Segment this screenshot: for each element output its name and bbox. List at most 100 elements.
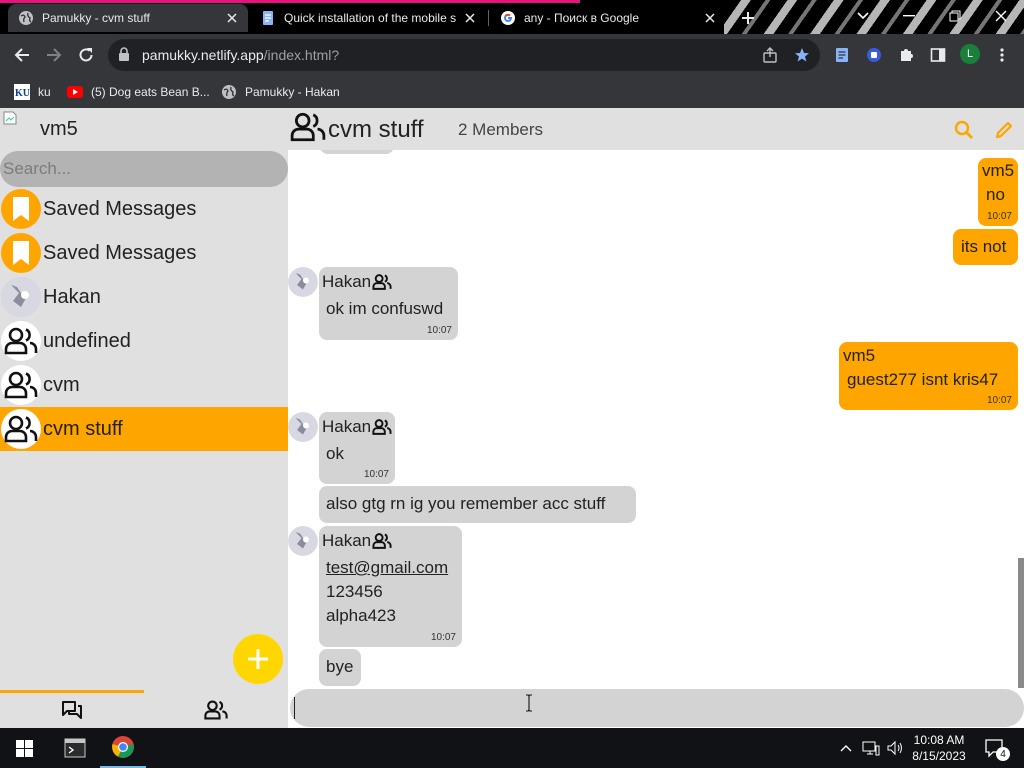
tab-separator	[488, 10, 489, 26]
user-avatar[interactable]	[288, 267, 318, 297]
new-tab-button[interactable]	[737, 7, 759, 29]
restore-icon[interactable]	[943, 5, 967, 27]
notification-count-badge: 4	[996, 747, 1010, 761]
volume-icon[interactable]	[884, 728, 906, 768]
bookmark-star-icon[interactable]	[792, 45, 812, 65]
tab-strip: Pamukky - cvm stuff Quick installation o…	[0, 0, 1024, 34]
group-icon	[1, 365, 41, 405]
tab-title: any - Поиск в Google	[524, 11, 640, 25]
message-bubble-incoming[interactable]: Hakan ok 10:07	[319, 412, 395, 484]
notifications-button[interactable]: 4	[980, 728, 1010, 768]
chevron-up-icon[interactable]	[836, 728, 856, 768]
bottom-nav	[0, 688, 288, 728]
email-link[interactable]: test@gmail.com	[322, 556, 459, 580]
bookmark-label: (5) Dog eats Bean B...	[91, 85, 210, 99]
message-bubble-incoming[interactable]: Hakan test@gmail.com 123456 alpha423 10:…	[319, 526, 462, 647]
shield-extension-icon[interactable]	[864, 45, 884, 65]
page-viewport: vm5 Saved Messages Saved Messages Hakan	[0, 108, 1024, 728]
start-button[interactable]	[0, 728, 48, 768]
message-text: ok im confuswd	[326, 299, 444, 318]
minimize-icon[interactable]	[897, 5, 921, 27]
browser-toolbar: pamukky.netlify.app/index.html? L	[0, 34, 1024, 76]
tab-contacts[interactable]	[144, 700, 288, 724]
message-bubble-outgoing[interactable]: its not	[953, 229, 1018, 265]
kebab-menu-icon[interactable]	[992, 45, 1012, 65]
chat-name: undefined	[43, 329, 131, 352]
group-icon	[204, 700, 228, 720]
message-input[interactable]	[290, 689, 1024, 727]
chat-sidebar: vm5 Saved Messages Saved Messages Hakan	[0, 108, 288, 728]
forward-arrow-icon[interactable]	[42, 43, 66, 67]
message-text: 123456	[326, 582, 383, 601]
active-tab-indicator	[0, 690, 144, 693]
tab-title: Pamukky - cvm stuff	[42, 11, 150, 25]
edit-pencil-icon[interactable]	[992, 118, 1016, 142]
network-icon[interactable]	[860, 728, 882, 768]
close-tab-icon[interactable]	[462, 10, 478, 26]
message-composer	[288, 688, 1024, 728]
chat-item-cvm-stuff[interactable]: cvm stuff	[0, 407, 288, 451]
chat-name: Hakan	[43, 285, 101, 308]
group-icon	[290, 111, 326, 143]
tab-quick-installation[interactable]: Quick installation of the mobile s	[250, 4, 486, 32]
close-window-icon[interactable]	[989, 5, 1013, 27]
chat-item-cvm[interactable]: cvm	[0, 363, 288, 407]
message-bubble-incoming[interactable]: also gtg rn ig you remember acc stuff	[319, 486, 636, 523]
puzzle-extensions-icon[interactable]	[896, 45, 916, 65]
globe-icon	[18, 10, 34, 26]
chat-item-saved-messages[interactable]: Saved Messages	[0, 231, 288, 275]
tab-google-search[interactable]: any - Поиск в Google	[490, 4, 726, 32]
message-bubble-incoming[interactable]: bye	[319, 649, 361, 686]
new-chat-button[interactable]	[233, 634, 283, 684]
message-text: bye	[326, 657, 354, 676]
chat-item-saved-messages[interactable]: Saved Messages	[0, 187, 288, 231]
tab-chats[interactable]	[0, 700, 144, 724]
share-icon[interactable]	[760, 45, 780, 65]
reload-icon[interactable]	[74, 43, 98, 67]
message-bubble-incoming[interactable]: Hakan ok im confuswd 10:07	[319, 267, 458, 340]
broken-image-icon	[2, 110, 18, 126]
search-icon[interactable]	[952, 118, 976, 142]
message-time: 10:07	[986, 211, 1012, 222]
user-avatar[interactable]	[288, 412, 318, 442]
svg-text:KU: KU	[15, 88, 30, 99]
message-bubble-partial	[320, 150, 394, 154]
message-time: 10:07	[426, 325, 452, 336]
current-username[interactable]: vm5	[40, 118, 78, 141]
user-avatar[interactable]	[288, 526, 318, 556]
address-bar[interactable]: pamukky.netlify.app/index.html?	[108, 39, 820, 71]
side-panel-icon[interactable]	[928, 45, 948, 65]
lock-icon[interactable]	[118, 47, 130, 61]
chat-name: cvm stuff	[43, 417, 123, 440]
message-scrollbar-thumb[interactable]	[1018, 558, 1024, 688]
close-tab-icon[interactable]	[224, 10, 240, 26]
bookmark-youtube[interactable]: (5) Dog eats Bean B...	[67, 82, 210, 102]
windows-logo-icon	[15, 739, 33, 757]
sender-name: Hakan	[322, 417, 372, 436]
chrome-icon	[112, 736, 134, 758]
system-clock[interactable]: 10:08 AM 8/15/2023	[906, 732, 972, 764]
url-text: pamukky.netlify.app/index.html?	[142, 47, 339, 63]
message-text: ok	[326, 444, 344, 463]
bookmark-ku[interactable]: KU ku	[14, 82, 51, 102]
globe-icon	[221, 84, 237, 100]
docs-extension-icon[interactable]	[832, 45, 852, 65]
back-arrow-icon[interactable]	[10, 43, 34, 67]
search-input[interactable]	[0, 151, 288, 187]
chat-item-hakan[interactable]: Hakan	[0, 275, 288, 319]
tab-title: Quick installation of the mobile s	[284, 11, 456, 25]
chat-item-undefined[interactable]: undefined	[0, 319, 288, 363]
member-count: 2 Members	[458, 120, 544, 139]
group-icon	[372, 533, 392, 549]
close-tab-icon[interactable]	[702, 10, 718, 26]
tab-search-chevron-icon[interactable]	[851, 5, 875, 27]
chat-title[interactable]: cvm stuff	[328, 116, 424, 144]
message-bubble-outgoing[interactable]: vm5 no 10:07	[978, 158, 1018, 226]
terminal-app-button[interactable]	[52, 728, 98, 768]
tab-pamukky[interactable]: Pamukky - cvm stuff	[8, 4, 248, 32]
message-bubble-outgoing[interactable]: vm5 guest277 isnt kris47 10:07	[839, 342, 1018, 410]
sidebar-header: vm5	[0, 108, 288, 150]
bookmark-pamukky-hakan[interactable]: Pamukky - Hakan	[221, 82, 340, 102]
chrome-app-button[interactable]	[100, 728, 146, 768]
profile-avatar[interactable]: L	[960, 44, 980, 64]
